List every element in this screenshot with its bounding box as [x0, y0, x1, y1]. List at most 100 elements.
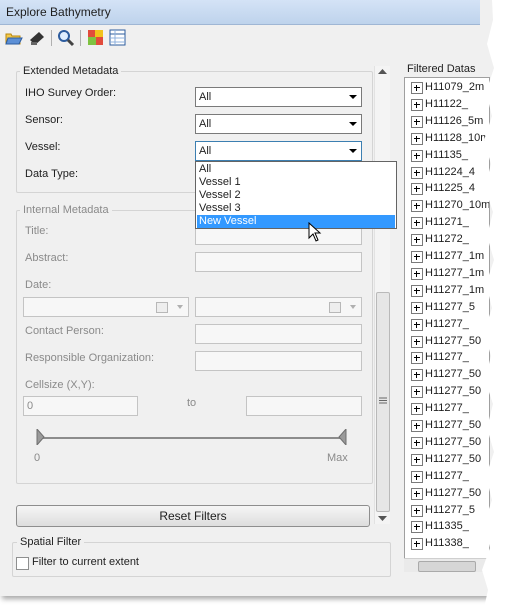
- vessel-option[interactable]: All: [197, 163, 395, 176]
- expand-plus-icon[interactable]: [411, 132, 423, 145]
- expand-plus-icon[interactable]: [411, 335, 423, 348]
- expand-plus-icon[interactable]: [411, 436, 423, 449]
- chevron-down-icon: [349, 122, 357, 126]
- expand-plus-icon[interactable]: [411, 166, 423, 179]
- scrollbar-thumb[interactable]: [376, 292, 390, 512]
- cellsize-from-value: 0: [27, 400, 34, 412]
- list-item-label: H11277_50: [425, 368, 482, 381]
- expand-plus-icon[interactable]: [411, 487, 423, 500]
- explore-bathymetry-window: Explore Bathymetry Extended Metadata IHO…: [0, 0, 495, 596]
- expand-plus-icon[interactable]: [411, 267, 423, 280]
- calendar-icon: [156, 302, 168, 313]
- open-folder-icon[interactable]: [4, 28, 24, 48]
- expand-plus-icon[interactable]: [411, 301, 423, 314]
- chevron-down-icon: [350, 305, 356, 309]
- vessel-option[interactable]: Vessel 2: [197, 189, 395, 202]
- filter-to-extent-label: Filter to current extent: [32, 556, 139, 568]
- list-item-label: H11277_50: [425, 452, 482, 465]
- slider-min-handle[interactable]: [36, 427, 45, 447]
- expand-plus-icon[interactable]: [411, 115, 423, 128]
- vessel-value: All: [199, 145, 212, 157]
- window-title: Explore Bathymetry: [6, 5, 111, 19]
- abstract-label: Abstract:: [25, 252, 69, 264]
- table-icon[interactable]: [108, 28, 128, 48]
- to-label: to: [187, 397, 197, 409]
- list-item-label: H11122_: [425, 97, 469, 110]
- toolbar: [0, 25, 494, 51]
- abstract-field[interactable]: [195, 252, 362, 272]
- list-item-label: H11277_: [425, 402, 469, 415]
- list-item-label: H11338_: [425, 537, 469, 550]
- vessel-option-label: All: [199, 163, 212, 175]
- responsible-organization-label: Responsible Organization:: [25, 352, 155, 364]
- vessel-option-label: Vessel 1: [199, 176, 241, 188]
- sensor-label: Sensor:: [25, 114, 63, 126]
- iho-survey-order-label: IHO Survey Order:: [25, 87, 117, 99]
- expand-plus-icon[interactable]: [411, 538, 423, 551]
- slider-max-handle[interactable]: [338, 427, 347, 447]
- slider-min-label: 0: [34, 452, 41, 464]
- date-label: Date:: [25, 279, 52, 291]
- expand-plus-icon[interactable]: [411, 470, 423, 483]
- list-item-label: H11135_: [425, 148, 469, 161]
- scroll-up-icon[interactable]: [378, 69, 387, 75]
- date-to-picker[interactable]: [195, 297, 362, 317]
- iho-survey-order-select[interactable]: All: [195, 87, 362, 107]
- expand-plus-icon[interactable]: [411, 352, 423, 365]
- list-item-label: H11277_50: [425, 385, 482, 398]
- reset-filters-label: Reset Filters: [159, 509, 227, 523]
- cellsize-from-field[interactable]: 0: [23, 396, 138, 416]
- expand-plus-icon[interactable]: [411, 369, 423, 382]
- chevron-down-icon: [349, 149, 357, 153]
- spatial-filter-legend: Spatial Filter: [17, 536, 85, 548]
- expand-plus-icon[interactable]: [411, 453, 423, 466]
- expand-plus-icon[interactable]: [411, 149, 423, 162]
- date-from-picker[interactable]: [23, 297, 189, 317]
- contact-person-label: Contact Person:: [25, 325, 104, 337]
- expand-plus-icon[interactable]: [411, 82, 423, 94]
- expand-plus-icon[interactable]: [411, 420, 423, 432]
- expand-plus-icon[interactable]: [411, 386, 423, 399]
- toolbar-separator: [51, 30, 52, 46]
- expand-plus-icon[interactable]: [411, 200, 423, 213]
- vessel-label: Vessel:: [25, 141, 61, 153]
- expand-plus-icon[interactable]: [411, 251, 423, 263]
- expand-plus-icon[interactable]: [411, 284, 423, 297]
- list-item-label: H11277_50: [425, 419, 482, 431]
- expand-plus-icon[interactable]: [411, 183, 423, 196]
- expand-plus-icon[interactable]: [411, 318, 423, 331]
- cellsize-label: Cellsize (X,Y):: [25, 379, 95, 391]
- vessel-option[interactable]: New Vessel: [197, 215, 395, 228]
- zoom-icon[interactable]: [56, 28, 76, 48]
- vessel-option[interactable]: Vessel 3: [197, 202, 395, 215]
- sensor-select[interactable]: All: [195, 114, 362, 134]
- vessel-dropdown-list: All Vessel 1 Vessel 2 Vessel 3 New Vessel: [195, 161, 397, 229]
- expand-plus-icon[interactable]: [411, 504, 423, 517]
- expand-plus-icon[interactable]: [411, 98, 423, 111]
- save-icon[interactable]: [27, 28, 47, 48]
- expand-plus-icon[interactable]: [411, 403, 423, 416]
- list-item-label: H11277_1m: [425, 250, 485, 262]
- internal-metadata-legend: Internal Metadata: [20, 204, 112, 216]
- responsible-organization-field[interactable]: [195, 351, 362, 371]
- filter-to-extent-checkbox[interactable]: [16, 557, 29, 570]
- vessel-select[interactable]: All: [195, 141, 362, 161]
- list-item-label: H11126_5m: [425, 114, 484, 127]
- expand-plus-icon[interactable]: [411, 217, 423, 230]
- expand-plus-icon[interactable]: [411, 234, 423, 247]
- title-label: Title:: [25, 225, 49, 237]
- expand-plus-icon[interactable]: [411, 521, 423, 534]
- list-item-label: H11224_4: [425, 165, 475, 178]
- cellsize-to-field[interactable]: [246, 396, 362, 416]
- list-horizontal-scrollbar[interactable]: [404, 558, 488, 572]
- calendar-icon: [329, 302, 341, 313]
- layer-icon[interactable]: [86, 28, 106, 48]
- contact-person-field[interactable]: [195, 324, 362, 344]
- left-pane-scrollbar[interactable]: [374, 66, 390, 524]
- title-bar: Explore Bathymetry: [0, 0, 480, 25]
- scrollbar-thumb[interactable]: [418, 561, 476, 572]
- scroll-down-icon[interactable]: [378, 516, 387, 522]
- reset-filters-button[interactable]: Reset Filters: [16, 505, 370, 527]
- vessel-option[interactable]: Vessel 1: [197, 176, 395, 189]
- list-item-label: H11277_50: [425, 435, 482, 448]
